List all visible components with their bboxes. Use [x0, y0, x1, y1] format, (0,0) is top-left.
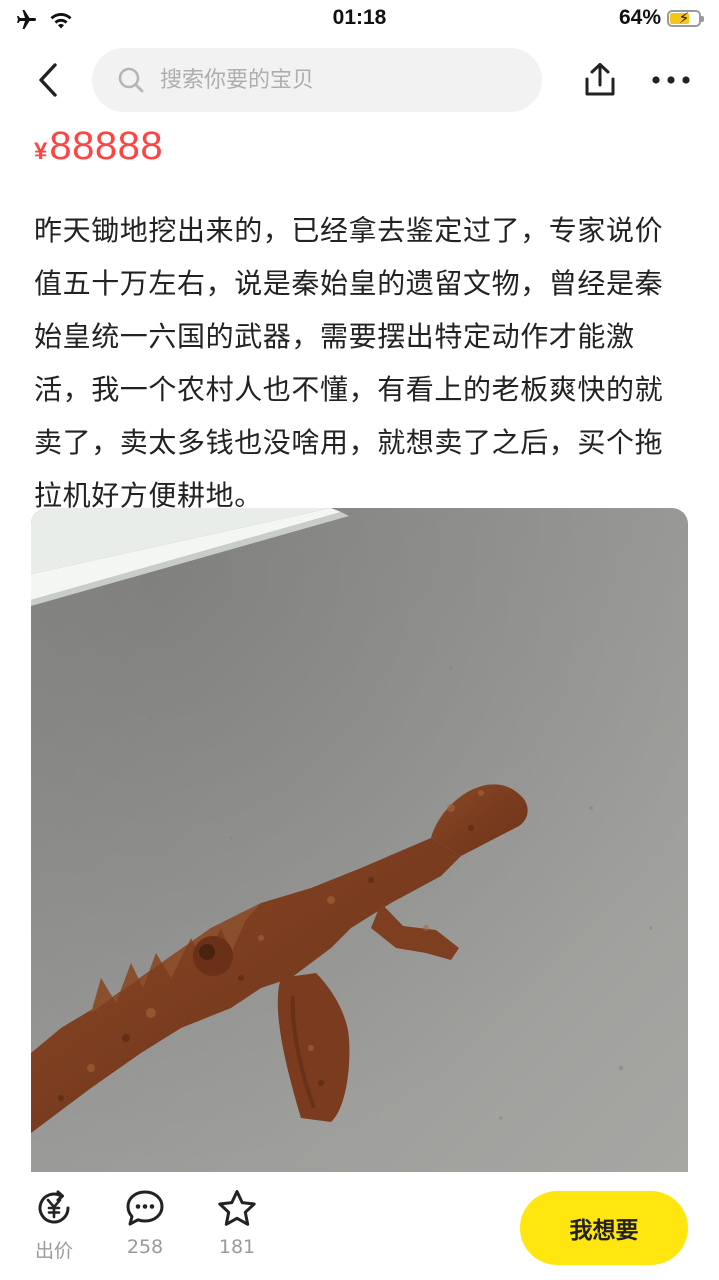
favorite-action[interactable]: 181 [207, 1186, 267, 1258]
status-bar: 01:18 64% ⚡ [0, 0, 719, 42]
charging-bolt-icon: ⚡ [678, 8, 690, 27]
offer-price-action[interactable]: 出价 [24, 1186, 84, 1263]
more-icon [652, 76, 690, 84]
battery-charging-icon: ⚡ [667, 8, 704, 27]
price-value: 88888 [49, 124, 164, 168]
price: ¥ 88888 [34, 124, 163, 169]
favorites-count: 181 [218, 1236, 256, 1258]
want-button[interactable]: 我想要 [520, 1191, 688, 1265]
star-icon [215, 1186, 259, 1230]
back-button[interactable] [26, 58, 70, 102]
share-icon [585, 63, 615, 96]
search-bar[interactable] [92, 48, 542, 112]
back-icon [39, 63, 57, 97]
search-input[interactable] [158, 66, 502, 94]
comment-icon [123, 1186, 167, 1230]
clock: 01:18 [332, 6, 387, 29]
top-nav [0, 46, 719, 118]
status-right: 64% ⚡ [618, 6, 704, 30]
offer-price-label: 出价 [34, 1240, 73, 1262]
search-icon [116, 65, 146, 95]
item-description: 昨天锄地挖出来的，已经拿去鉴定过了，专家说价值五十万左右，说是秦始皇的遗留文物，… [34, 214, 664, 512]
share-button[interactable] [578, 58, 622, 102]
battery-percent: 64% [618, 6, 661, 29]
price-currency-symbol: ¥ [34, 138, 48, 165]
comments-count: 258 [126, 1236, 164, 1258]
bottom-action-bar: 出价 258 181 我想要 [0, 1172, 719, 1280]
more-button[interactable] [646, 58, 696, 102]
item-photo[interactable] [31, 508, 688, 1172]
yen-refresh-icon [32, 1186, 76, 1230]
comments-action[interactable]: 258 [115, 1186, 175, 1258]
